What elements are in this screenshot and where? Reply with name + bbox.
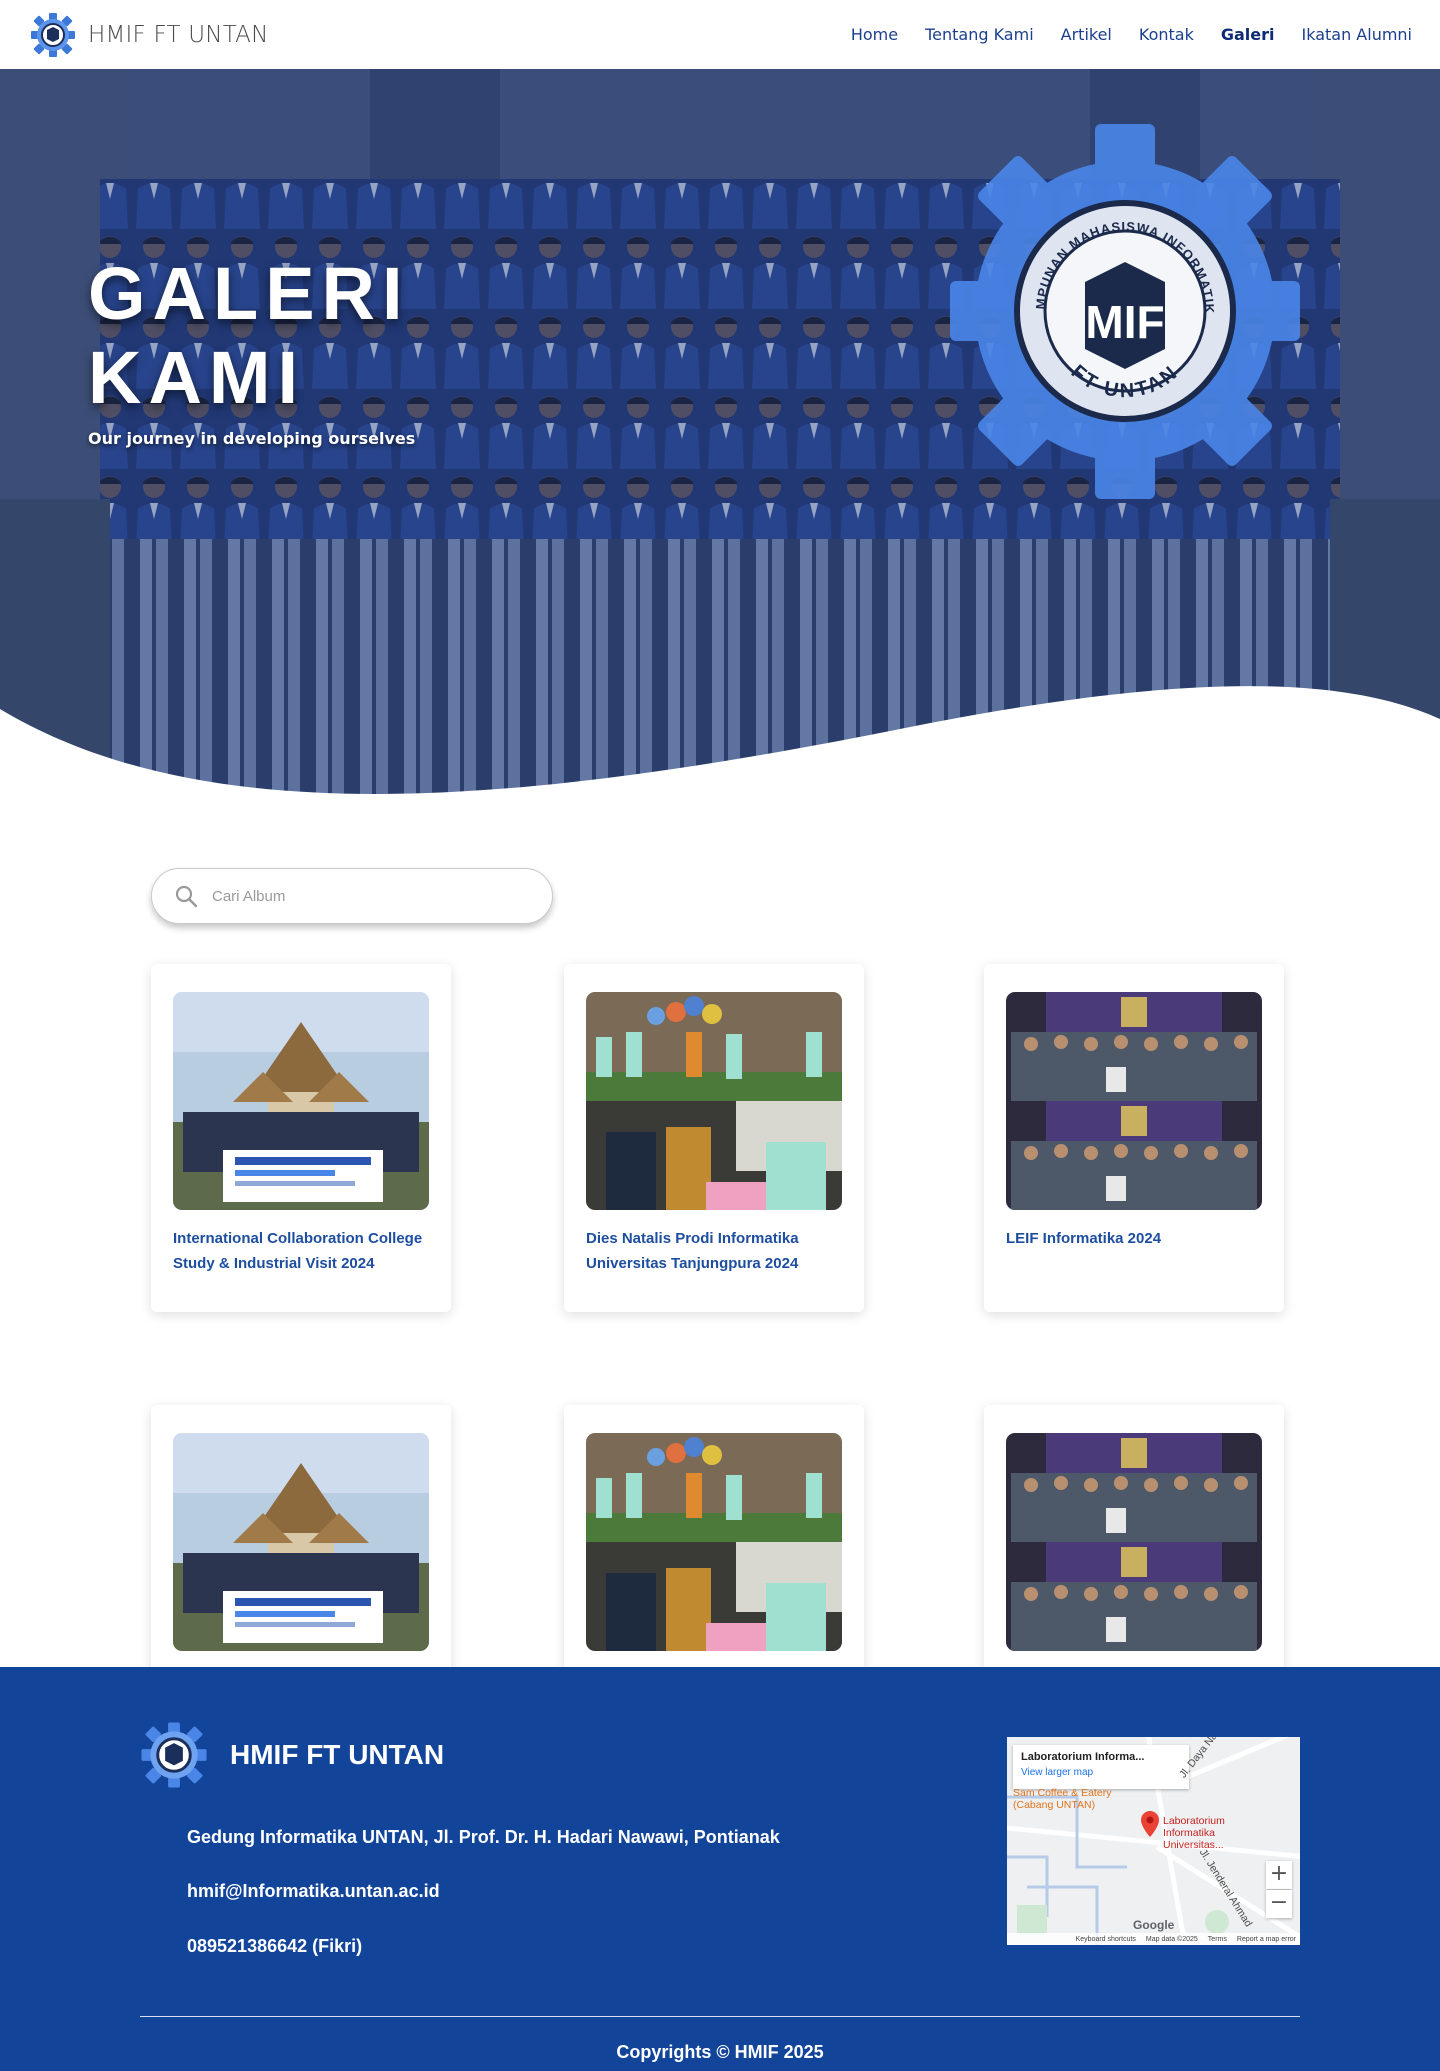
- map-poi-label: Sam Coffee & Eatery (Cabang UNTAN): [1013, 1787, 1112, 1811]
- map-zoom-in-button[interactable]: +: [1266, 1861, 1292, 1889]
- map-keyboard-shortcuts-link[interactable]: Keyboard shortcuts: [1076, 1936, 1136, 1943]
- hero-title: GALERI KAMI: [88, 252, 410, 419]
- copyright-text: Copyrights © HMIF 2025: [616, 2042, 824, 2062]
- map-data-label: Map data ©2025: [1145, 1935, 1198, 1943]
- album-title[interactable]: LEIF Informatika 2024: [1006, 1226, 1262, 1251]
- hmif-logo-icon: [31, 12, 75, 57]
- album-cover-image[interactable]: [586, 1433, 842, 1651]
- brand-name: HMIF FT UNTAN: [88, 21, 269, 48]
- album-cover-image[interactable]: [586, 992, 842, 1210]
- album-cover-image[interactable]: [1006, 992, 1262, 1210]
- emblem-mark-text: MIF: [1085, 296, 1164, 348]
- album-card[interactable]: International Collaboration College Stud…: [151, 964, 451, 1312]
- hero-banner: GALERI KAMI Our journey in developing ou…: [0, 69, 1440, 794]
- location-map[interactable]: Laboratorium Informa... View larger map …: [1007, 1737, 1300, 1945]
- map-place-title: Laboratorium Informa...: [1021, 1751, 1145, 1763]
- hmif-emblem-icon: MIF HIMPUNAN MAHASISWA INFORMATIKA FT-UN…: [950, 124, 1300, 499]
- album-title[interactable]: International Collaboration College Stud…: [173, 1226, 429, 1276]
- google-logo: Google: [1133, 1918, 1175, 1932]
- nav-kontak[interactable]: Kontak: [1139, 19, 1194, 50]
- hero-subtitle: Our journey in developing ourselves: [88, 429, 416, 448]
- map-zoom-out-button[interactable]: −: [1266, 1890, 1292, 1918]
- album-search-box[interactable]: [151, 868, 553, 924]
- nav-home[interactable]: Home: [851, 19, 898, 50]
- album-card[interactable]: Dies Natalis Prodi Informatika Universit…: [564, 964, 864, 1312]
- map-place-card[interactable]: Laboratorium Informa... View larger map: [1013, 1745, 1189, 1789]
- album-cover-image[interactable]: [1006, 1433, 1262, 1651]
- footer-phone[interactable]: 089521386642 (Fikri): [187, 1936, 362, 1957]
- view-larger-map-link[interactable]: View larger map: [1021, 1767, 1181, 1778]
- map-report-error-link[interactable]: Report a map error: [1237, 1936, 1296, 1943]
- footer-email[interactable]: hmif@Informatika.untan.ac.id: [187, 1881, 440, 1902]
- footer: HMIF FT UNTAN Gedung Informatika UNTAN, …: [0, 1667, 1440, 2071]
- nav-galeri[interactable]: Galeri: [1221, 19, 1275, 50]
- brand-home-link[interactable]: HMIF FT UNTAN: [30, 12, 269, 58]
- footer-address: Gedung Informatika UNTAN, Jl. Prof. Dr. …: [187, 1827, 780, 1847]
- album-title[interactable]: Dies Natalis Prodi Informatika Universit…: [586, 1226, 842, 1276]
- album-cover-image[interactable]: [173, 1433, 429, 1651]
- nav-artikel[interactable]: Artikel: [1061, 19, 1112, 50]
- hmif-logo-icon: [141, 1722, 207, 1788]
- footer-brand: HMIF FT UNTAN: [140, 1719, 444, 1791]
- nav-tentang-kami[interactable]: Tentang Kami: [925, 19, 1034, 50]
- album-search-input[interactable]: [212, 887, 512, 905]
- map-attribution: Keyboard shortcuts Map data ©2025 Terms …: [1007, 1933, 1300, 1945]
- main-nav: Home Tentang Kami Artikel Kontak Galeri …: [824, 19, 1412, 50]
- nav-ikatan-alumni[interactable]: Ikatan Alumni: [1301, 19, 1412, 50]
- search-icon: [175, 885, 198, 908]
- footer-divider: [140, 2016, 1300, 2017]
- map-terms-link[interactable]: Terms: [1208, 1936, 1227, 1943]
- navbar: HMIF FT UNTAN Home Tentang Kami Artikel …: [0, 0, 1440, 69]
- album-card[interactable]: LEIF Informatika 2024: [984, 964, 1284, 1312]
- map-pin-icon[interactable]: [1141, 1811, 1159, 1837]
- footer-title: HMIF FT UNTAN: [230, 1739, 445, 1770]
- album-cover-image[interactable]: [173, 992, 429, 1210]
- map-pin-label: Laboratorium Informatika Universitas...: [1163, 1815, 1225, 1851]
